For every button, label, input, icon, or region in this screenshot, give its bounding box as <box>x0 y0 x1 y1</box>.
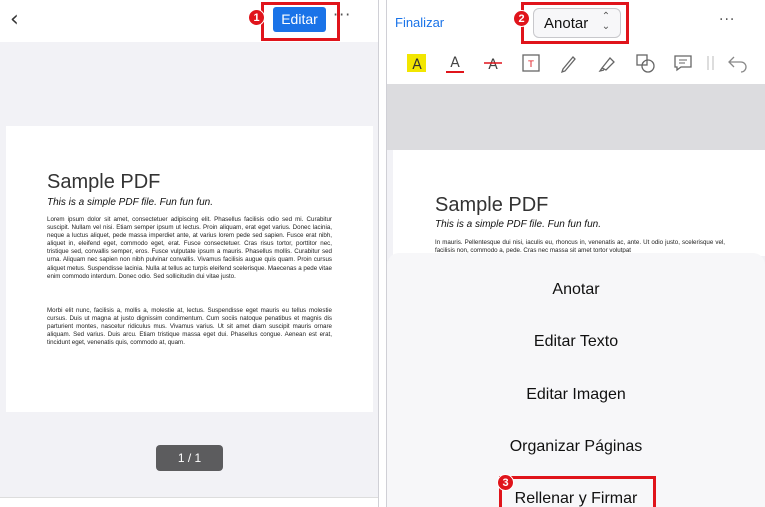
back-chevron-icon[interactable]: ‹ <box>10 9 26 31</box>
marker-icon[interactable] <box>596 52 618 74</box>
menu-item-editar-imagen[interactable]: Editar Imagen <box>387 386 765 404</box>
bottom-toolbar <box>0 497 378 507</box>
svg-text:A: A <box>412 57 422 73</box>
separator-icon <box>707 56 714 70</box>
pdf-subtitle: This is a simple PDF file. Fun fun fun. <box>435 219 601 230</box>
step-badge-2: 2 <box>513 10 530 27</box>
highlight-box-mode <box>521 2 629 44</box>
shapes-icon[interactable] <box>634 52 656 74</box>
pdf-title: Sample PDF <box>435 194 549 216</box>
split-divider <box>378 0 387 507</box>
text-color-icon[interactable]: A <box>444 52 466 74</box>
highlight-icon[interactable]: A <box>406 52 428 74</box>
comment-icon[interactable] <box>672 52 694 74</box>
pencil-icon[interactable] <box>558 52 580 74</box>
page-indicator: 1 / 1 <box>156 445 223 471</box>
menu-item-editar-texto[interactable]: Editar Texto <box>387 333 765 351</box>
step-badge-3: 3 <box>497 474 514 491</box>
pdf-paragraph-1: Lorem ipsum dolor sit amet, consectetuer… <box>47 216 332 280</box>
annotation-toolbar: A A A T <box>387 44 765 84</box>
svg-text:A: A <box>450 55 460 71</box>
menu-item-anotar[interactable]: Anotar <box>387 281 765 299</box>
svg-text:A: A <box>488 57 498 73</box>
mode-menu-sheet: Anotar Editar Texto Editar Imagen Organi… <box>387 253 765 507</box>
right-panel: Finalizar Anotar ⌃ ⌄ ··· 2 A A A T Sampl… <box>387 0 765 507</box>
finish-button[interactable]: Finalizar <box>395 15 444 30</box>
left-panel: ‹ Editar ··· 1 Sample PDF This is a simp… <box>0 0 378 507</box>
more-options-icon[interactable]: ··· <box>719 12 735 28</box>
menu-item-organizar-paginas[interactable]: Organizar Páginas <box>387 438 765 456</box>
pdf-subtitle: This is a simple PDF file. Fun fun fun. <box>47 197 213 208</box>
undo-icon[interactable] <box>726 52 748 74</box>
svg-text:T: T <box>527 60 534 70</box>
pdf-page: Sample PDF This is a simple PDF file. Fu… <box>6 126 373 412</box>
step-badge-1: 1 <box>248 9 265 26</box>
highlight-box-fill-sign <box>499 476 656 507</box>
strikethrough-icon[interactable]: A <box>482 52 504 74</box>
highlight-box-edit <box>261 2 340 41</box>
pdf-title: Sample PDF <box>47 171 161 193</box>
pdf-page: Sample PDF This is a simple PDF file. Fu… <box>393 150 765 256</box>
pdf-paragraph-2: Morbi elit nunc, facilisis a, mollis a, … <box>47 307 332 347</box>
text-box-icon[interactable]: T <box>520 52 542 74</box>
document-canvas <box>387 84 765 150</box>
